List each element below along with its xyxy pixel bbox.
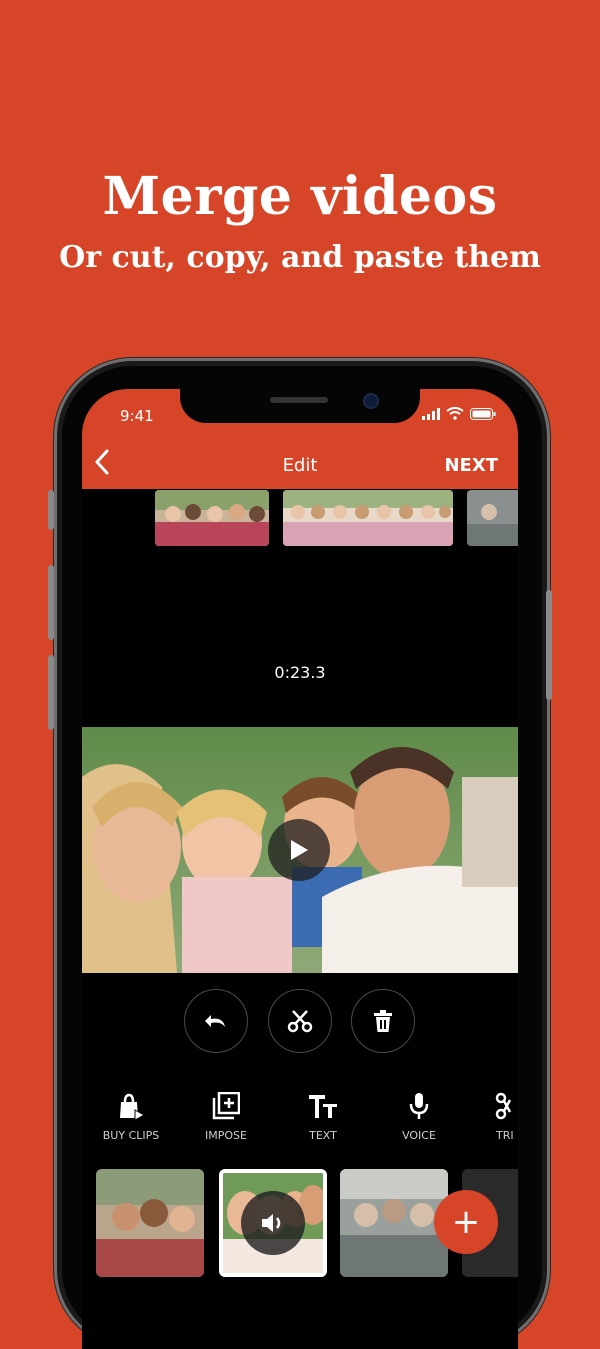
shopping-bag-icon — [120, 1093, 145, 1120]
status-icons — [422, 407, 496, 420]
status-time: 9:41 — [120, 407, 154, 425]
tool-text[interactable]: TEXT — [278, 1091, 368, 1142]
delete-button[interactable] — [351, 989, 415, 1053]
video-preview[interactable] — [82, 727, 518, 973]
tool-trim[interactable]: TRI — [466, 1091, 518, 1142]
timeline-clip[interactable] — [283, 490, 453, 546]
play-icon — [291, 840, 308, 860]
tool-buy-clips[interactable]: BUY CLIPS — [86, 1091, 176, 1142]
clip-thumbnail[interactable] — [96, 1169, 204, 1277]
cut-button[interactable] — [268, 989, 332, 1053]
text-icon — [309, 1095, 337, 1118]
microphone-icon — [409, 1093, 429, 1119]
app-screen: 9:41 Edit NEXT 0:23.3 BUY CLIPS IMPOSE T… — [82, 389, 518, 1349]
tool-voice[interactable]: VOICE — [374, 1091, 464, 1142]
undo-icon — [205, 1015, 225, 1027]
undo-button[interactable] — [184, 989, 248, 1053]
promo-headline: Merge videos — [102, 166, 498, 227]
trim-icon — [495, 1092, 512, 1120]
tool-label: BUY CLIPS — [102, 1129, 160, 1142]
timeline-clip[interactable] — [155, 490, 269, 546]
add-clip-button[interactable]: + — [434, 1190, 498, 1254]
tool-impose[interactable]: IMPOSE — [181, 1091, 271, 1142]
tool-label: IMPOSE — [205, 1129, 247, 1142]
clip-thumbnail-selected[interactable] — [219, 1169, 327, 1277]
tool-label: TEXT — [309, 1129, 337, 1142]
scissors-icon — [287, 1010, 313, 1033]
battery-icon — [470, 407, 496, 420]
tool-label: TRI — [496, 1129, 514, 1142]
tool-label: VOICE — [402, 1129, 436, 1142]
timeline-clip[interactable] — [467, 490, 518, 546]
play-button[interactable] — [268, 819, 330, 881]
plus-icon: + — [451, 1202, 481, 1242]
clip-thumbnail[interactable] — [340, 1169, 448, 1277]
signal-icon — [422, 407, 440, 420]
trash-icon — [374, 1010, 392, 1032]
impose-icon — [212, 1092, 240, 1120]
timecode: 0:23.3 — [274, 663, 326, 682]
phone-notch — [180, 389, 420, 423]
next-button[interactable]: NEXT — [444, 455, 498, 476]
volume-button[interactable] — [241, 1191, 305, 1255]
wifi-icon — [446, 407, 464, 420]
promo-subline: Or cut, copy, and paste them — [59, 240, 541, 275]
volume-icon — [262, 1214, 281, 1232]
